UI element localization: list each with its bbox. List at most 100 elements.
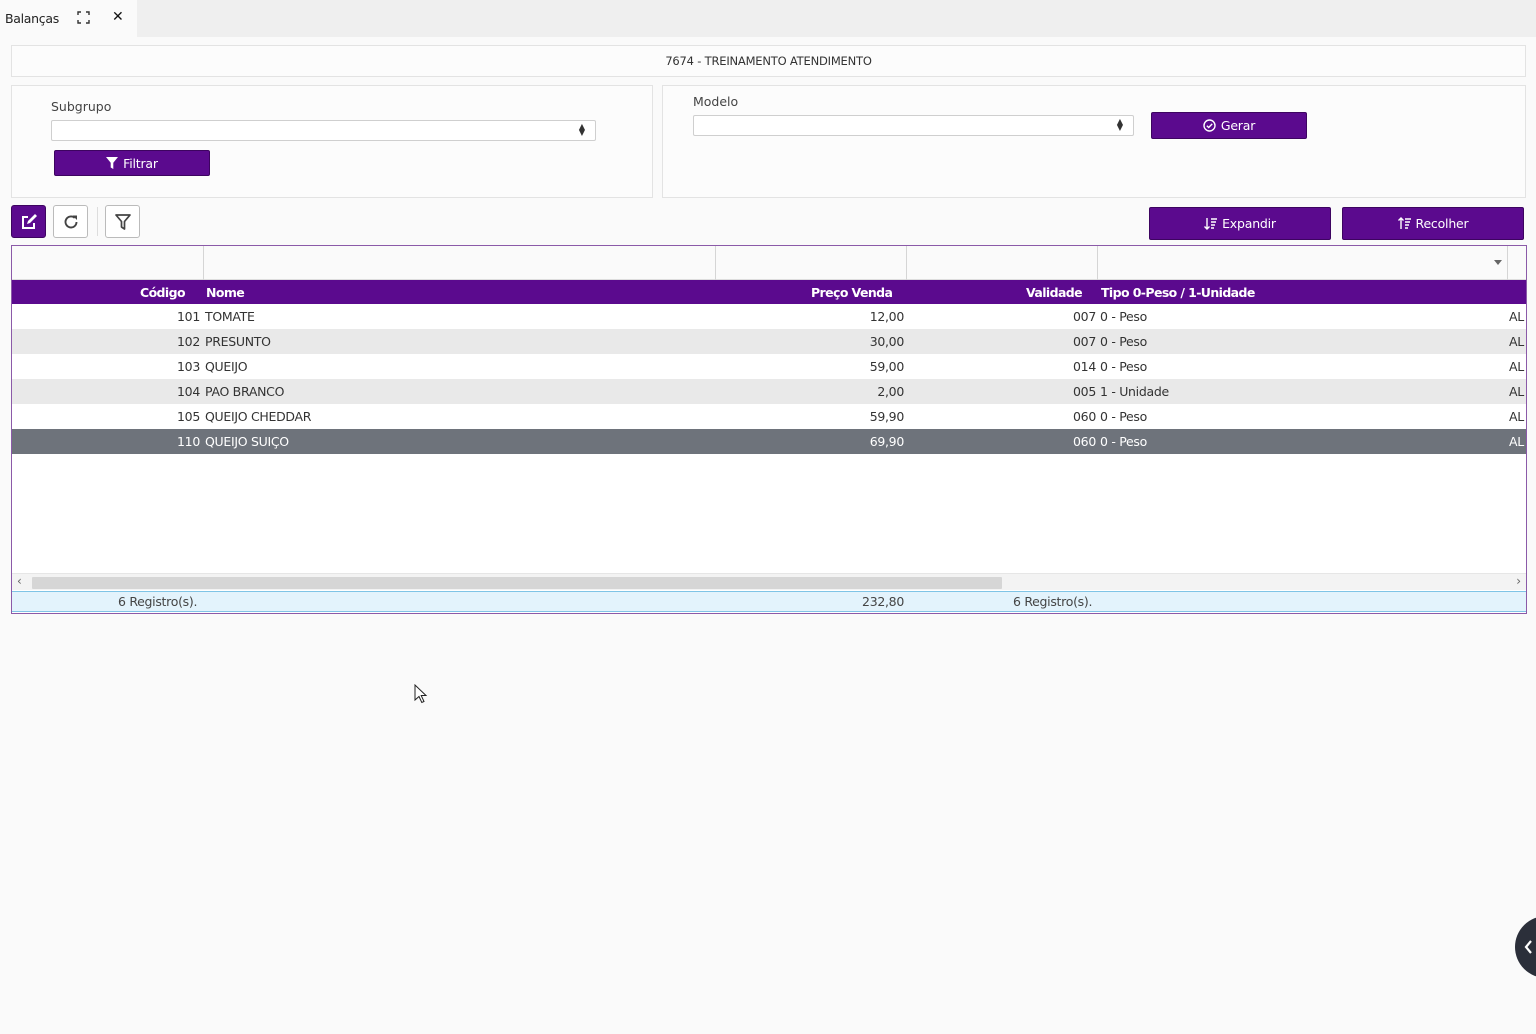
cell-codigo: 102: [177, 334, 200, 349]
company-banner: 7674 - TREINAMENTO ATENDIMENTO: [11, 45, 1526, 77]
cell-tipo: 0 - Peso: [1100, 434, 1147, 449]
modelo-panel: Modelo ▲ ▼ Gerar: [662, 85, 1526, 198]
summary-count-right: 6 Registro(s).: [1013, 594, 1093, 609]
cell-nome: PRESUNTO: [205, 334, 271, 349]
header-validade[interactable]: Validade: [1026, 285, 1083, 300]
cell-codigo: 103: [177, 359, 200, 374]
cell-tipo: 1 - Unidade: [1100, 384, 1169, 399]
filtrar-label: Filtrar: [123, 155, 158, 171]
cell-extra: AL: [1509, 309, 1524, 324]
header-codigo[interactable]: Código: [140, 285, 186, 300]
filtrar-button[interactable]: Filtrar: [54, 150, 210, 176]
edit-icon: [21, 213, 37, 229]
column-header-row: Código Nome Preço Venda Validade Tipo 0-…: [12, 280, 1526, 304]
summary-total-preco: 232,80: [862, 594, 904, 609]
cell-preco: 30,00: [869, 334, 905, 349]
header-nome[interactable]: Nome: [206, 285, 245, 300]
chevron-left-icon: [1524, 940, 1532, 954]
cell-nome: PAO BRANCO: [205, 384, 285, 399]
cell-preco: 2,00: [877, 384, 904, 399]
edit-button[interactable]: [11, 205, 46, 238]
cell-nome: QUEIJO SUIÇO: [205, 434, 289, 449]
mouse-cursor-icon: [414, 684, 428, 704]
cell-preco: 59,00: [869, 359, 905, 374]
subgrupo-panel: Subgrupo ▲ ▼ Filtrar: [11, 85, 653, 198]
products-grid: Código Nome Preço Venda Validade Tipo 0-…: [11, 245, 1527, 614]
summary-row: 6 Registro(s). 232,80 6 Registro(s).: [12, 591, 1526, 612]
toolbar-divider: [97, 207, 98, 236]
grid-filter-button[interactable]: [105, 205, 140, 238]
recolher-button[interactable]: Recolher: [1342, 207, 1524, 240]
refresh-icon: [64, 215, 77, 228]
table-row[interactable]: 102 PRESUNTO 30,00 007 0 - Peso AL: [12, 329, 1526, 354]
gerar-label: Gerar: [1220, 118, 1256, 133]
filter-icon: [106, 157, 119, 169]
table-row[interactable]: 105 QUEIJO CHEDDAR 59,90 060 0 - Peso AL: [12, 404, 1526, 429]
dropdown-caret-icon: [1494, 260, 1502, 265]
expandir-button[interactable]: Expandir: [1149, 207, 1331, 240]
modelo-select[interactable]: ▲ ▼: [693, 115, 1134, 136]
horizontal-scrollbar[interactable]: ‹ ›: [12, 573, 1526, 590]
filter-cell-nome[interactable]: [204, 246, 716, 280]
cell-tipo: 0 - Peso: [1100, 409, 1147, 424]
table-row[interactable]: 101 TOMATE 12,00 007 0 - Peso AL: [12, 304, 1526, 329]
cell-extra: AL: [1509, 434, 1524, 449]
modelo-label: Modelo: [693, 94, 739, 109]
cell-nome: QUEIJO CHEDDAR: [205, 409, 312, 424]
sort-collapse-icon: [1397, 217, 1411, 229]
select-arrows-icon: ▲ ▼: [578, 122, 585, 137]
cell-tipo: 0 - Peso: [1100, 359, 1147, 374]
filter-cell-validade[interactable]: [907, 246, 1098, 280]
header-tipo[interactable]: Tipo 0-Peso / 1-Unidade: [1101, 285, 1255, 300]
cell-nome: QUEIJO: [205, 359, 248, 374]
cell-validade: 005: [1073, 384, 1096, 399]
cell-extra: AL: [1509, 359, 1524, 374]
cell-extra: AL: [1509, 334, 1524, 349]
select-arrows-icon: ▲ ▼: [1116, 117, 1123, 132]
cell-preco: 59,90: [869, 409, 905, 424]
table-row-selected[interactable]: 110 QUEIJO SUIÇO 69,90 060 0 - Peso AL: [12, 429, 1526, 454]
cell-tipo: 0 - Peso: [1100, 334, 1147, 349]
close-icon[interactable]: ✕: [112, 9, 124, 25]
cell-preco: 12,00: [869, 309, 905, 324]
gerar-button[interactable]: Gerar: [1151, 112, 1307, 139]
table-row[interactable]: 104 PAO BRANCO 2,00 005 1 - Unidade AL: [12, 379, 1526, 404]
scrollbar-thumb[interactable]: [32, 577, 1002, 589]
side-panel-toggle[interactable]: [1515, 916, 1536, 978]
cell-codigo: 105: [177, 409, 200, 424]
expandir-label: Expandir: [1222, 216, 1276, 231]
summary-count-left: 6 Registro(s).: [118, 594, 198, 609]
scroll-right-icon[interactable]: ›: [1516, 574, 1521, 588]
tab-bar: Balanças ✕: [0, 0, 1536, 37]
cell-validade: 007: [1073, 309, 1096, 324]
cell-extra: AL: [1509, 409, 1524, 424]
tab-title: Balanças: [5, 11, 59, 26]
recolher-label: Recolher: [1415, 216, 1469, 231]
cell-codigo: 101: [177, 309, 200, 324]
column-filter-row: [12, 246, 1526, 280]
filter-cell-preco[interactable]: [716, 246, 907, 280]
refresh-button[interactable]: [53, 205, 88, 238]
cell-codigo: 104: [177, 384, 200, 399]
tab-balancas[interactable]: Balanças ✕: [0, 0, 137, 37]
header-preco[interactable]: Preço Venda: [811, 285, 893, 300]
cell-nome: TOMATE: [205, 309, 255, 324]
company-name: 7674 - TREINAMENTO ATENDIMENTO: [665, 54, 872, 68]
cell-validade: 014: [1073, 359, 1096, 374]
cell-validade: 060: [1073, 434, 1096, 449]
scroll-left-icon[interactable]: ‹: [17, 574, 22, 588]
filter-cell-tipo[interactable]: [1098, 246, 1508, 280]
cell-tipo: 0 - Peso: [1100, 309, 1147, 324]
subgrupo-label: Subgrupo: [51, 99, 112, 114]
sort-expand-icon: [1204, 218, 1218, 230]
cell-validade: 007: [1073, 334, 1096, 349]
filter-icon: [114, 213, 131, 230]
cell-extra: AL: [1509, 384, 1524, 399]
table-row[interactable]: 103 QUEIJO 59,00 014 0 - Peso AL: [12, 354, 1526, 379]
cell-preco: 69,90: [869, 434, 905, 449]
filter-cell-codigo[interactable]: [12, 246, 204, 280]
subgrupo-select[interactable]: ▲ ▼: [51, 120, 596, 141]
expand-icon[interactable]: [77, 11, 90, 24]
cell-codigo: 110: [177, 434, 200, 449]
check-circle-icon: [1203, 119, 1216, 132]
